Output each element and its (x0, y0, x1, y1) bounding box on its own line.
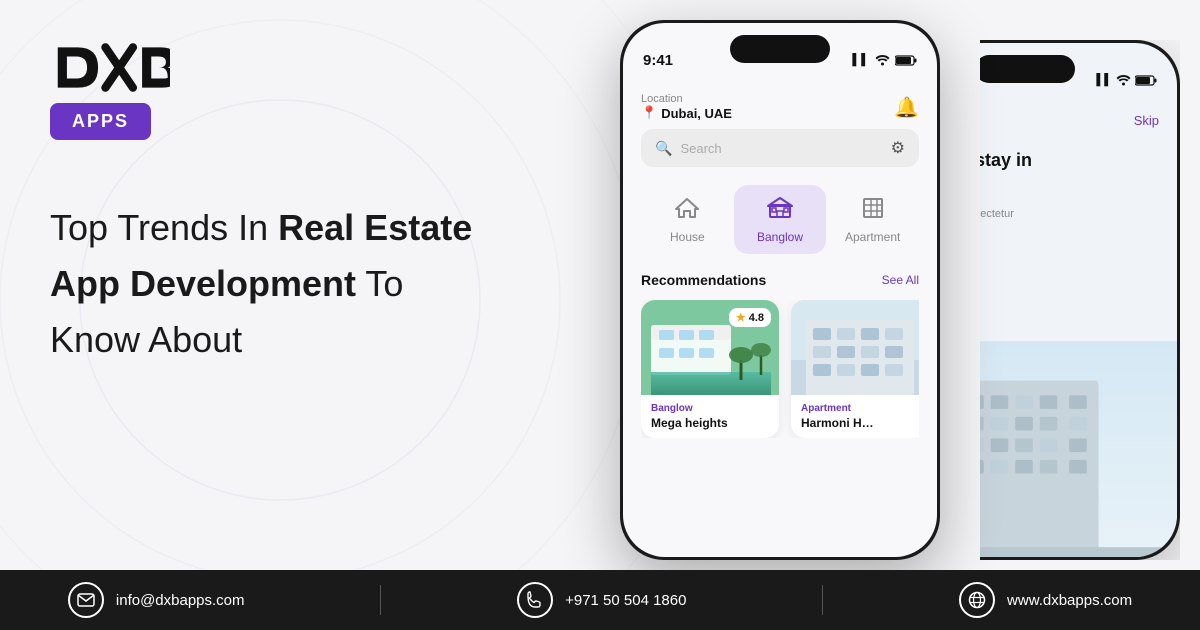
rating-value-1: 4.8 (749, 312, 764, 324)
recommendations-header: Recommendations See All (641, 272, 919, 288)
location-value: 📍 Dubai, UAE (641, 105, 732, 121)
location-row: Location 📍 Dubai, UAE 🔔 (641, 93, 919, 121)
tab-banglow-label: Banglow (757, 230, 803, 244)
card-name-2: Harmoni H… (801, 416, 919, 430)
phone-icon-circle (517, 582, 553, 618)
property-cards: ★ 4.8 Banglow Mega heights (641, 300, 919, 438)
status-icons: ▌▌ (852, 54, 917, 66)
contact-email: info@dxbapps.com (68, 582, 245, 618)
card-info-1: Banglow Mega heights (641, 395, 779, 438)
property-image-2 (791, 300, 919, 395)
phone-number: +971 50 504 1860 (565, 592, 686, 609)
status-time: 9:41 (643, 52, 673, 69)
divider-1 (380, 585, 381, 615)
see-all-button[interactable]: See All (882, 273, 919, 287)
apps-badge: APPS (50, 103, 151, 140)
logo-area: APPS (50, 40, 520, 140)
search-icon: 🔍 (655, 140, 672, 157)
headline-line2: App Development To (50, 256, 520, 312)
category-tabs: House Banglow (641, 185, 919, 254)
globe-icon-circle (959, 582, 995, 618)
tab-banglow[interactable]: Banglow (734, 185, 827, 254)
apartment-image (791, 300, 919, 395)
phone-content: Location 📍 Dubai, UAE 🔔 🔍 Search (623, 83, 937, 557)
headline-line1: Top Trends In Real Estate (50, 200, 520, 256)
divider-2 (822, 585, 823, 615)
contact-website: www.dxbapps.com (959, 582, 1132, 618)
dxb-logo (50, 40, 170, 95)
search-input[interactable]: Search (680, 141, 721, 156)
tab-apartment-label: Apartment (845, 230, 900, 244)
apartment-icon (860, 195, 886, 225)
tab-apartment[interactable]: Apartment (826, 185, 919, 254)
property-card-1[interactable]: ★ 4.8 Banglow Mega heights (641, 300, 779, 438)
bell-icon[interactable]: 🔔 (894, 95, 919, 120)
location-city: Dubai, UAE (661, 106, 732, 121)
headline-line3: Know About (50, 312, 520, 368)
card-name-1: Mega heights (651, 416, 769, 430)
property-image-1: ★ 4.8 (641, 300, 779, 395)
card-info-2: Apartment Harmoni H… (791, 395, 919, 438)
back-status-icons: ▌▌ (1096, 74, 1157, 86)
website-url: www.dxbapps.com (1007, 592, 1132, 609)
banglow-icon (767, 195, 793, 225)
phones-area: ▌▌ Skip t place to stay ince 😊 olor sit … (520, 0, 1200, 570)
card-type-2: Apartment (801, 403, 919, 414)
tab-house-label: House (670, 230, 705, 244)
pin-icon: 📍 (641, 105, 657, 121)
phone-front: 9:41 ▌▌ (620, 20, 940, 560)
email-icon-circle (68, 582, 104, 618)
recommendations-title: Recommendations (641, 272, 766, 288)
filter-icon[interactable]: ⚙ (891, 138, 905, 158)
email-address: info@dxbapps.com (116, 592, 245, 609)
search-bar[interactable]: 🔍 Search ⚙ (641, 129, 919, 167)
headline: Top Trends In Real Estate App Developmen… (50, 200, 520, 367)
star-icon: ★ (736, 311, 746, 324)
left-section: APPS Top Trends In Real Estate App Devel… (0, 0, 570, 570)
contact-phone: +971 50 504 1860 (517, 582, 686, 618)
bottom-bar: info@dxbapps.com +971 50 504 1860 www.dx… (0, 570, 1200, 630)
tab-house[interactable]: House (641, 185, 734, 254)
property-card-2[interactable]: Apartment Harmoni H… (791, 300, 919, 438)
rating-badge-1: ★ 4.8 (729, 308, 771, 327)
back-dynamic-island (975, 55, 1075, 83)
dynamic-island (730, 35, 830, 63)
location-label: Location (641, 93, 732, 105)
house-icon (674, 195, 700, 225)
card-type-1: Banglow (651, 403, 769, 414)
